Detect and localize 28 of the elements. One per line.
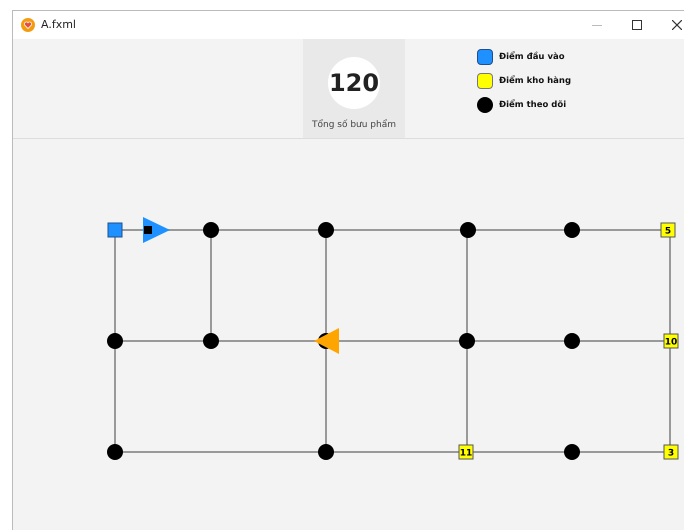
- legend-label: Điểm theo dõi: [499, 98, 566, 112]
- warehouse-legend-icon: [477, 73, 493, 89]
- warehouse-marker: 5: [660, 222, 676, 238]
- close-icon[interactable]: [672, 20, 682, 30]
- input-legend-icon: [477, 49, 493, 65]
- tracking-point: [459, 333, 475, 349]
- tracking-point: [203, 222, 219, 238]
- tracking-point: [107, 444, 123, 460]
- tracking-point: [318, 222, 334, 238]
- maximize-icon[interactable]: [632, 20, 642, 30]
- window-title: A.fxml: [41, 16, 76, 33]
- tracking-point: [564, 333, 580, 349]
- tracking-legend-icon: [477, 97, 493, 113]
- total-caption: Tổng số bưu phẩm: [312, 119, 396, 132]
- tracking-point: [107, 333, 123, 349]
- warehouse-marker: 3: [664, 444, 678, 460]
- tracking-point: [460, 222, 476, 238]
- tracking-point: [318, 444, 334, 460]
- tracking-point: [203, 333, 219, 349]
- input-point: [108, 222, 122, 238]
- total-count: 120: [328, 57, 380, 109]
- warehouse-marker: 10: [664, 334, 678, 348]
- legend-label: Điểm kho hàng: [499, 74, 572, 88]
- app-logo-icon: [21, 18, 35, 32]
- warehouse-marker: 11: [458, 444, 474, 460]
- tracking-point: [564, 444, 580, 460]
- legend-label: Điểm đầu vào: [499, 50, 565, 64]
- tracking-point: [564, 222, 580, 238]
